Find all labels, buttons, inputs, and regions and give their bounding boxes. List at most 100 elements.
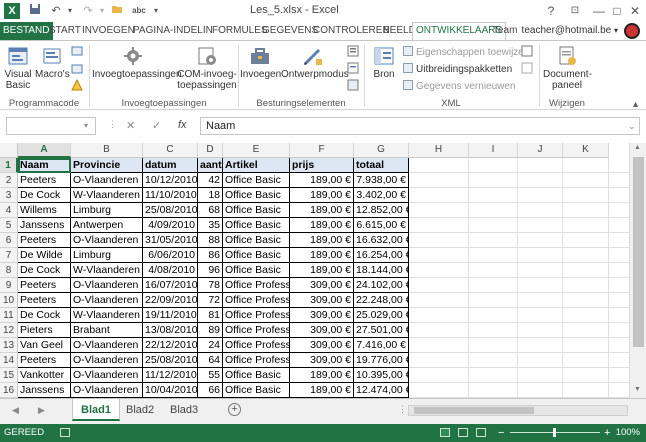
zoom-level[interactable]: 100% — [616, 424, 640, 442]
table-cell[interactable]: Office Basic — [223, 188, 290, 203]
table-cell[interactable]: 189,00 € — [290, 188, 354, 203]
column-header-h[interactable]: H — [409, 143, 469, 158]
table-cell[interactable]: Peeters — [18, 293, 71, 308]
table-cell[interactable]: 309,00 € — [290, 323, 354, 338]
table-cell[interactable]: W-Vlaanderen — [71, 188, 143, 203]
table-header-cell[interactable]: Artikel — [223, 158, 290, 173]
table-cell[interactable]: 11/10/2010 — [143, 188, 198, 203]
row-header-4[interactable]: 4 — [0, 203, 18, 218]
table-cell[interactable]: O-Vlaanderen — [71, 293, 143, 308]
column-header-f[interactable]: F — [290, 143, 354, 158]
table-cell[interactable]: 309,00 € — [290, 293, 354, 308]
name-box-dropdown-icon[interactable]: ▾ — [84, 121, 88, 130]
tab-team[interactable]: Team — [490, 22, 520, 40]
table-cell[interactable]: 19/11/2010 — [143, 308, 198, 323]
confirm-icon[interactable]: ✓ — [152, 119, 161, 132]
table-cell[interactable]: Office Professi — [223, 293, 290, 308]
vertical-scroll-thumb[interactable] — [633, 157, 644, 347]
table-cell[interactable]: Office Basic — [223, 248, 290, 263]
page-break-view-icon[interactable] — [476, 428, 486, 437]
run-dialog-icon[interactable] — [346, 79, 360, 94]
table-cell[interactable]: O-Vlaanderen — [71, 383, 143, 398]
formula-bar-menu-icon[interactable]: ⋮ — [108, 119, 117, 130]
table-cell[interactable]: 64 — [198, 353, 223, 368]
column-header-i[interactable]: I — [469, 143, 518, 158]
table-cell[interactable]: 12.852,00 € — [354, 203, 409, 218]
expand-formula-bar-icon[interactable]: ⌄ — [628, 121, 636, 132]
uitbreidingspakketten-button[interactable]: Uitbreidingspakketten — [403, 63, 512, 76]
table-cell[interactable]: 42 — [198, 173, 223, 188]
table-cell[interactable]: O-Vlaanderen — [71, 173, 143, 188]
table-cell[interactable]: Office Basic — [223, 263, 290, 278]
redo-icon[interactable]: ↷ — [80, 3, 96, 19]
table-cell[interactable]: W-Vlaanderen — [71, 263, 143, 278]
column-header-c[interactable]: C — [143, 143, 198, 158]
table-cell[interactable]: 24.102,00 € — [354, 278, 409, 293]
column-header-a[interactable]: A — [18, 143, 71, 158]
help-icon[interactable]: ? — [540, 2, 562, 20]
row-header-9[interactable]: 9 — [0, 278, 18, 293]
table-cell[interactable]: Office Basic — [223, 383, 290, 398]
table-cell[interactable]: 6/06/2010 — [143, 248, 198, 263]
table-cell[interactable]: Limburg — [71, 203, 143, 218]
table-cell[interactable]: 72 — [198, 293, 223, 308]
page-layout-view-icon[interactable] — [458, 428, 468, 437]
column-header-j[interactable]: J — [518, 143, 563, 158]
row-header-13[interactable]: 13 — [0, 338, 18, 353]
table-cell[interactable]: Peeters — [18, 173, 71, 188]
table-cell[interactable]: O-Vlaanderen — [71, 353, 143, 368]
eigenschappen-toewijzen-button[interactable]: Eigenschappen toewijzen — [403, 46, 529, 59]
table-cell[interactable]: 7.938,00 € — [354, 173, 409, 188]
invoegen-controls-button[interactable]: Invoegen — [240, 45, 281, 80]
user-dropdown-icon[interactable]: ▾ — [614, 26, 618, 35]
relative-reference-icon[interactable] — [70, 63, 84, 78]
table-cell[interactable]: Peeters — [18, 353, 71, 368]
table-cell[interactable]: 16.632,00 € — [354, 233, 409, 248]
table-header-cell[interactable]: datum — [143, 158, 198, 173]
table-cell[interactable]: 13/08/2010 — [143, 323, 198, 338]
table-cell[interactable]: O-Vlaanderen — [71, 368, 143, 383]
table-cell[interactable]: 309,00 € — [290, 278, 354, 293]
table-cell[interactable]: 309,00 € — [290, 353, 354, 368]
undo-dropdown-icon[interactable]: ▾ — [66, 3, 74, 19]
table-cell[interactable]: Willems — [18, 203, 71, 218]
row-header-6[interactable]: 6 — [0, 233, 18, 248]
table-cell[interactable]: Office Professi — [223, 338, 290, 353]
com-invoegtoepassingen-button[interactable]: COM-invoeg- toepassingen — [176, 45, 238, 91]
table-cell[interactable]: 189,00 € — [290, 203, 354, 218]
column-header-g[interactable]: G — [354, 143, 409, 158]
table-cell[interactable]: 35 — [198, 218, 223, 233]
zoom-slider-handle[interactable] — [553, 428, 556, 437]
table-cell[interactable]: 86 — [198, 248, 223, 263]
table-cell[interactable]: Van Geel — [18, 338, 71, 353]
table-cell[interactable]: 24 — [198, 338, 223, 353]
table-cell[interactable]: 19.776,00 € — [354, 353, 409, 368]
table-cell[interactable]: De Cock — [18, 263, 71, 278]
table-cell[interactable]: 25.029,00 € — [354, 308, 409, 323]
table-cell[interactable]: 309,00 € — [290, 308, 354, 323]
table-cell[interactable]: 18 — [198, 188, 223, 203]
table-header-cell[interactable]: Provincie — [71, 158, 143, 173]
table-cell[interactable]: Pieters — [18, 323, 71, 338]
table-cell[interactable]: 11/12/2010 — [143, 368, 198, 383]
zoom-out-icon[interactable]: − — [498, 424, 504, 442]
tab-pagina-indeling[interactable]: PAGINA-INDELIN — [130, 22, 216, 40]
table-cell[interactable]: 309,00 € — [290, 338, 354, 353]
table-header-cell[interactable]: totaal — [354, 158, 409, 173]
table-cell[interactable]: 4/08/2010 — [143, 263, 198, 278]
ribbon-display-options-icon[interactable]: ⊡ — [564, 2, 586, 20]
row-header-8[interactable]: 8 — [0, 263, 18, 278]
table-cell[interactable]: Janssens — [18, 383, 71, 398]
prev-sheet-icon[interactable]: ◀ — [12, 405, 19, 416]
horizontal-scrollbar[interactable] — [408, 405, 628, 416]
table-cell[interactable]: 12.474,00 € — [354, 383, 409, 398]
table-cell[interactable]: Vankotter — [18, 368, 71, 383]
table-cell[interactable]: 27.501,00 € — [354, 323, 409, 338]
properties-icon[interactable] — [346, 45, 360, 60]
row-header-3[interactable]: 3 — [0, 188, 18, 203]
redo-dropdown-icon[interactable]: ▾ — [98, 3, 106, 19]
export-xml-icon[interactable] — [520, 62, 534, 77]
save-icon[interactable] — [28, 3, 42, 19]
table-cell[interactable]: 4/09/2010 — [143, 218, 198, 233]
table-cell[interactable]: 81 — [198, 308, 223, 323]
